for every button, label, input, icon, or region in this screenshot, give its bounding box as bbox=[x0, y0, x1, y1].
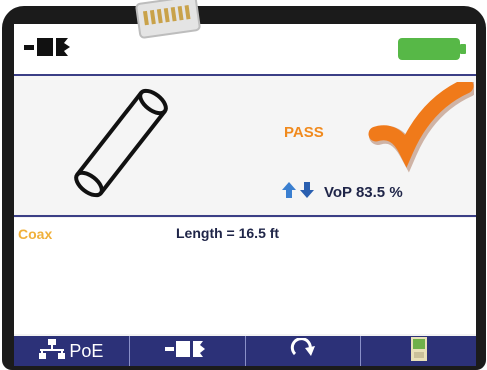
checkmark-icon bbox=[368, 78, 476, 187]
pass-status: PASS bbox=[284, 124, 324, 141]
result-panel: PASS VoP 83.5 % bbox=[14, 76, 476, 214]
battery-full-icon bbox=[398, 36, 468, 67]
softkey-remote[interactable] bbox=[361, 336, 476, 366]
remote-unit-icon bbox=[410, 336, 427, 366]
tester-device: PASS VoP 83.5 % Coax Length = 16.5 ft Po… bbox=[2, 6, 486, 370]
status-bar bbox=[14, 24, 476, 74]
network-icon bbox=[39, 338, 66, 364]
rj45-connector-image bbox=[134, 0, 204, 51]
up-arrow-icon bbox=[282, 182, 296, 203]
middle-divider bbox=[14, 215, 476, 217]
cable-connector-icon bbox=[24, 34, 76, 65]
coax-cable-icon bbox=[66, 84, 176, 207]
vop-value: VoP 83.5 % bbox=[324, 184, 403, 201]
length-readout: Length = 16.5 ft bbox=[176, 225, 280, 241]
refresh-icon bbox=[290, 336, 316, 365]
softkey-bar: PoE bbox=[14, 336, 476, 366]
softkey-refresh[interactable] bbox=[246, 336, 362, 366]
vop-row: VoP 83.5 % bbox=[282, 182, 403, 203]
info-panel: Coax Length = 16.5 ft bbox=[14, 218, 476, 334]
tester-screen: PASS VoP 83.5 % Coax Length = 16.5 ft Po… bbox=[14, 24, 476, 366]
cable-connector-icon bbox=[165, 339, 209, 364]
softkey-poe[interactable]: PoE bbox=[14, 336, 130, 366]
softkey-cable[interactable] bbox=[130, 336, 246, 366]
cable-type-label: Coax bbox=[18, 226, 53, 242]
softkey-poe-label: PoE bbox=[69, 340, 104, 361]
down-arrow-icon bbox=[300, 182, 314, 203]
